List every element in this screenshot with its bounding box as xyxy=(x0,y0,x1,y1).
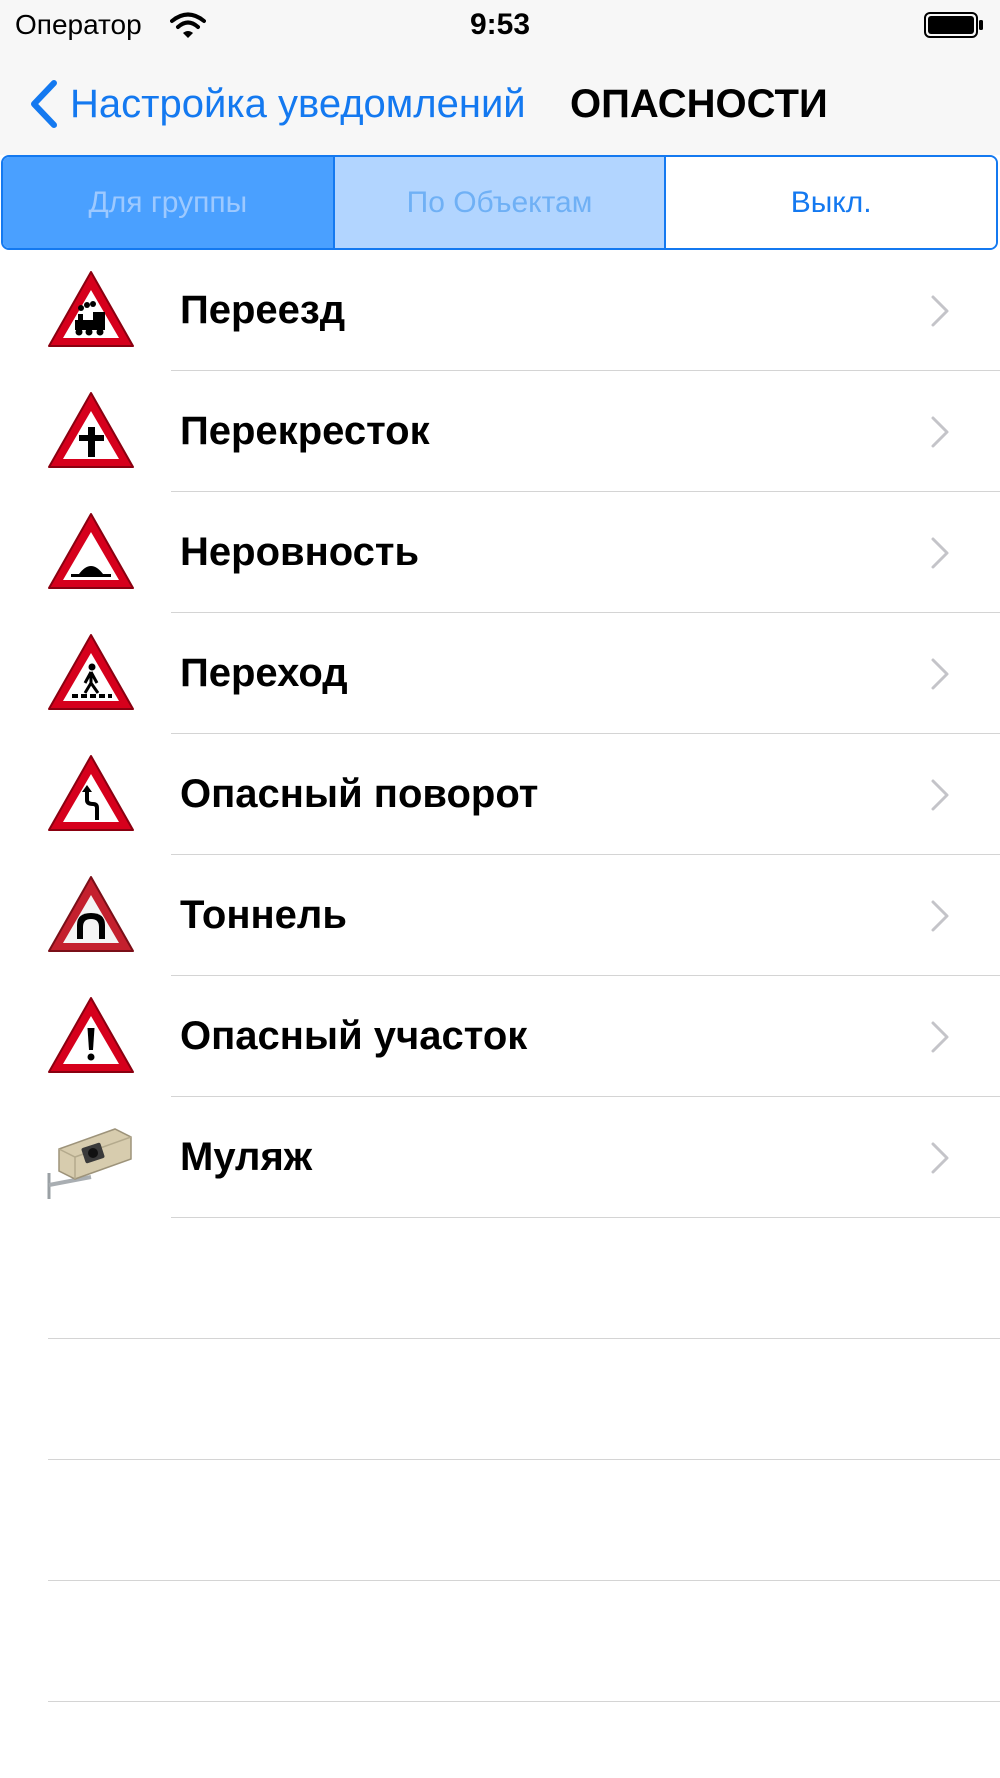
chevron-right-icon xyxy=(931,658,949,690)
intersection-sign-icon xyxy=(48,392,134,468)
list-item-label: Опасный поворот xyxy=(180,772,539,816)
list-item-label: Переход xyxy=(180,651,348,695)
chevron-right-icon xyxy=(931,1021,949,1053)
back-button[interactable]: Настройка уведомлений xyxy=(28,76,526,132)
chevron-right-icon xyxy=(931,416,949,448)
empty-row xyxy=(0,1460,1000,1581)
dangerous-curve-sign-icon xyxy=(48,755,134,831)
battery-icon xyxy=(924,12,983,38)
chevron-left-icon xyxy=(31,80,57,128)
dummy-camera-icon xyxy=(47,1128,132,1199)
empty-table-area xyxy=(0,1218,1000,1702)
list-item-label: Перекресток xyxy=(180,409,430,453)
pedestrian-crossing-sign-icon xyxy=(48,634,134,710)
status-bar: Оператор 9:53 xyxy=(0,0,1000,52)
segment-off[interactable]: Выкл. xyxy=(664,157,996,248)
list-item-label: Опасный участок xyxy=(180,1014,528,1058)
list-item-bump[interactable]: Неровность xyxy=(0,492,1000,613)
empty-row xyxy=(0,1339,1000,1460)
list-item-danger-zone[interactable]: Опасный участок xyxy=(0,976,1000,1097)
list-item-tunnel[interactable]: Тоннель xyxy=(0,855,1000,976)
chevron-right-icon xyxy=(931,295,949,327)
empty-row xyxy=(0,1218,1000,1339)
hazard-list: Переезд Перекресток Неровность Переход О… xyxy=(0,250,1000,1218)
list-item-intersection[interactable]: Перекресток xyxy=(0,371,1000,492)
list-item-pedestrian-crossing[interactable]: Переход xyxy=(0,613,1000,734)
danger-warning-sign-icon xyxy=(48,997,134,1073)
chevron-right-icon xyxy=(931,900,949,932)
list-item-railway-crossing[interactable]: Переезд xyxy=(0,250,1000,371)
list-item-label: Тоннель xyxy=(180,893,347,937)
list-item-dangerous-curve[interactable]: Опасный поворот xyxy=(0,734,1000,855)
empty-row xyxy=(0,1581,1000,1702)
list-item-label: Переезд xyxy=(180,288,346,332)
chevron-right-icon xyxy=(931,537,949,569)
list-item-dummy-camera[interactable]: Муляж xyxy=(0,1097,1000,1218)
segment-for-group[interactable]: Для группы xyxy=(3,157,333,248)
segmented-control: Для группы По Объектам Выкл. xyxy=(1,155,998,250)
list-item-label: Неровность xyxy=(180,530,420,574)
chevron-right-icon xyxy=(931,779,949,811)
page-title: ОПАСНОСТИ xyxy=(570,82,828,126)
navigation-bar: Настройка уведомлений ОПАСНОСТИ xyxy=(0,52,1000,155)
segment-by-objects[interactable]: По Объектам xyxy=(332,157,665,248)
bump-sign-icon xyxy=(48,513,134,589)
row-divider xyxy=(48,1701,1000,1702)
railway-crossing-sign-icon xyxy=(48,271,134,347)
chevron-right-icon xyxy=(931,1142,949,1174)
back-button-label: Настройка уведомлений xyxy=(70,81,526,126)
tunnel-sign-icon xyxy=(48,876,134,952)
clock: 9:53 xyxy=(469,8,531,41)
list-item-label: Муляж xyxy=(180,1135,313,1179)
